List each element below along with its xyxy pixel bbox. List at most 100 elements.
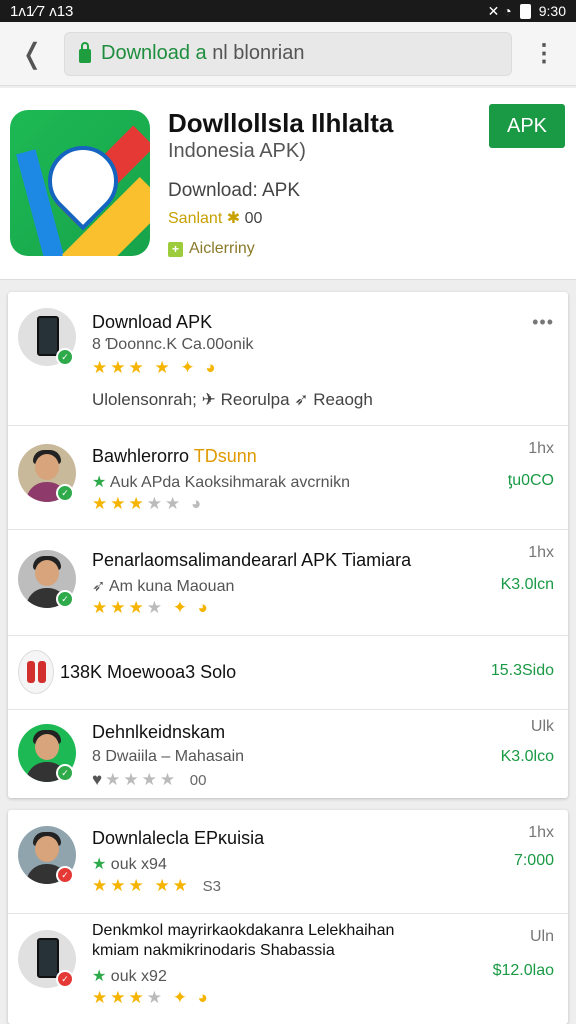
- badge-icon: ✓: [56, 866, 74, 884]
- item-subtitle: 8 Dwaiila – Mahasain: [92, 748, 245, 765]
- verified-badge-icon: ✓: [56, 484, 74, 502]
- item-subtitle-text: ouk x92: [110, 968, 167, 985]
- stars-extra: ◕: [190, 494, 205, 513]
- status-bar: 1ʌ1∕7 ʌ13 ✕ ◔ 9:30: [0, 0, 576, 22]
- item-price: 7:000: [513, 852, 554, 869]
- star-icon: ★: [92, 474, 107, 491]
- list-item[interactable]: ✓ Denkmkol mayrirkaokdakanra Lelekhaihan…: [8, 914, 568, 1024]
- address-bar[interactable]: Download a nl blonrian: [64, 31, 512, 76]
- browser-toolbar: ❬ Download a nl blonrian ⋮: [0, 22, 576, 86]
- app-size: Sanlant ✱ 00: [168, 208, 262, 228]
- item-price: ƫu0CO: [507, 472, 554, 489]
- verified-badge-icon: ✓: [56, 590, 74, 608]
- verified-badge-icon: ✓: [56, 764, 74, 782]
- app-category-label: Aiclerriny: [189, 240, 255, 257]
- item-title: 138K Moewooa3 Solo: [60, 662, 237, 682]
- item-subtitle: ★ ouk x92: [92, 966, 167, 986]
- url-text[interactable]: Download a nl blonrian: [101, 42, 304, 65]
- stars-empty: ★: [146, 988, 165, 1007]
- item-title: Dehnlkeidnskam: [92, 722, 226, 742]
- item-time: 1hx: [528, 544, 554, 561]
- rating-stars: ★★★ ★★ S3: [92, 876, 221, 896]
- app-size-value: 00: [244, 210, 263, 227]
- item-price: 15.3Sido: [490, 662, 554, 679]
- rating-stars: ★★★★ ✦ ◕: [92, 598, 211, 618]
- list-item[interactable]: ✓ Bawhlerorro TDsunn ★ Auk APda Kaoksihm…: [8, 426, 568, 530]
- status-icons: ✕ ◔ 9:30: [488, 3, 566, 20]
- item-title: Downlalecla EPĸuisia: [92, 828, 265, 848]
- results-card: ✓ Downlalecla EPĸuisia ★ ouk x94 ★★★ ★★ …: [8, 810, 568, 1024]
- app-category[interactable]: + Aiclerriny: [168, 240, 255, 258]
- item-subtitle-text: Auk APda Kaoksihmarak avcrnikn: [109, 474, 351, 491]
- item-subtitle: 8 Ɗoonnc.K Ca.00onik: [92, 336, 254, 353]
- item-title-main: Bawhlerorro: [92, 446, 190, 466]
- stars-extra: ✦ ◕: [172, 598, 211, 617]
- item-price: K3.0lco: [500, 748, 554, 765]
- item-title: Bawhlerorro TDsunn: [92, 446, 257, 467]
- heart-icon: ♥: [92, 770, 106, 789]
- item-time: Ulk: [530, 718, 554, 735]
- apk-download-button[interactable]: APK: [489, 104, 565, 148]
- item-links[interactable]: Ulolensonrah; ✈ Reorulpa ➶ Reaogh: [92, 390, 373, 410]
- results-card: ✓ Download APK 8 Ɗoonnc.K Ca.00onik ★★★ …: [8, 292, 568, 798]
- stars-empty: ★★★★: [105, 770, 179, 789]
- stars-extra: ★ ✦ ◕: [154, 358, 219, 377]
- list-item[interactable]: ✓ Penarlaomsalimandeararl APK Tiamiara ➶…: [8, 530, 568, 636]
- item-time: Uln: [529, 928, 554, 945]
- verified-badge-icon: ✓: [56, 348, 74, 366]
- rating-stars: ★★★ ★ ✦ ◕: [92, 358, 219, 378]
- star-icon: ★: [92, 968, 107, 985]
- item-title-highlight: TDsunn: [193, 446, 257, 466]
- app-pill-icon: [18, 650, 54, 694]
- app-size-label: Sanlant: [168, 210, 223, 227]
- status-time: 9:30: [538, 3, 566, 19]
- list-item[interactable]: ✓ Download APK 8 Ɗoonnc.K Ca.00onik ★★★ …: [8, 292, 568, 426]
- stars-extra: ✦ ◕: [172, 988, 211, 1007]
- battery-icon: [519, 3, 531, 19]
- item-title: Download APK: [92, 312, 213, 332]
- item-subtitle: ➶ Am kuna Maouan: [92, 578, 235, 595]
- stars-filled: ★★★: [92, 358, 147, 377]
- stars-empty: ★: [146, 598, 165, 617]
- app-title: Dowllollsla Ilhlalta: [168, 108, 394, 138]
- item-subtitle: ★ Auk APda Kaoksihmarak avcrnikn: [92, 472, 350, 492]
- star-icon: ★: [92, 856, 107, 873]
- badge-icon: ✓: [56, 970, 74, 988]
- wifi-icon: ✕ ◔: [487, 2, 512, 19]
- app-header: Dowllollsla Ilhlalta Indonesia APK) Down…: [0, 88, 576, 280]
- item-subtitle: ★ ouk x94: [92, 854, 167, 874]
- app-icon[interactable]: [10, 110, 150, 256]
- rating-stars: ♥★★★★ 00: [92, 770, 206, 790]
- list-item[interactable]: ✓ Dehnlkeidnskam 8 Dwaiila – Mahasain ♥★…: [8, 710, 568, 798]
- more-options-icon[interactable]: •••: [532, 312, 554, 333]
- lock-icon: [79, 41, 91, 63]
- stars-filled: ★★★ ★★: [92, 876, 191, 895]
- item-time: 1hx: [528, 440, 554, 457]
- sparkle-icon: ✱: [226, 210, 241, 227]
- rating-count: S3: [202, 878, 222, 895]
- stars-filled: ★★★: [92, 988, 147, 1007]
- rating-count: 00: [189, 772, 207, 789]
- category-icon: +: [168, 241, 183, 257]
- status-left-text: 1ʌ1∕7 ʌ13: [10, 2, 74, 20]
- url-path: nl blonrian: [212, 42, 305, 64]
- item-title: Penarlaomsalimandeararl APK Tiamiara: [92, 550, 412, 570]
- item-title-line2: kmiam nakmikrinodaris Shabassia: [92, 942, 335, 959]
- app-subtitle: Indonesia APK): [168, 140, 306, 162]
- rating-stars: ★★★★★ ◕: [92, 494, 204, 514]
- stars-empty: ★★: [146, 494, 184, 513]
- item-subtitle-text: ouk x94: [110, 856, 167, 873]
- app-download-label: Download: APK: [168, 180, 301, 201]
- list-item[interactable]: 138K Moewooa3 Solo 15.3Sido: [8, 636, 568, 710]
- back-icon[interactable]: ❬: [0, 37, 64, 70]
- item-price: $12.0lao: [492, 962, 554, 979]
- stars-filled: ★★★: [92, 598, 147, 617]
- url-domain: Download a: [101, 42, 207, 64]
- list-item[interactable]: ✓ Downlalecla EPĸuisia ★ ouk x94 ★★★ ★★ …: [8, 810, 568, 914]
- overflow-menu-icon[interactable]: ⋮: [512, 39, 576, 68]
- item-time: 1hx: [528, 824, 554, 841]
- rating-stars: ★★★★ ✦ ◕: [92, 988, 211, 1008]
- stars-filled: ★★★: [92, 494, 147, 513]
- item-title: Denkmkol mayrirkaokdakanra Lelekhaihan: [92, 922, 395, 939]
- item-price: K3.0lcn: [500, 576, 554, 593]
